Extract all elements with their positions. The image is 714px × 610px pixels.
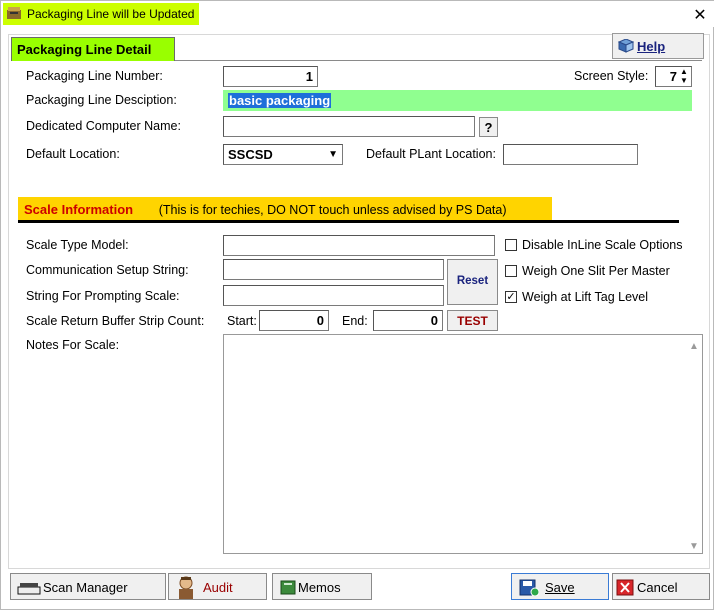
scale-info-note: (This is for techies, DO NOT touch unles… — [158, 203, 507, 217]
weigh-one-slit-label: Weigh One Slit Per Master — [522, 264, 670, 278]
computer-name-label: Dedicated Computer Name: — [26, 119, 181, 133]
notes-textarea[interactable] — [223, 334, 703, 554]
auditor-icon — [173, 575, 199, 602]
plant-location-input[interactable] — [503, 144, 638, 165]
spin-down-icon[interactable]: ▼ — [680, 77, 688, 85]
scroll-down-icon[interactable]: ▼ — [689, 541, 699, 552]
screen-style-value: 7 — [669, 69, 677, 84]
computer-name-input[interactable] — [223, 116, 475, 137]
scale-info-title: Scale Information — [24, 202, 134, 217]
scroll-up-icon[interactable]: ▲ — [689, 341, 699, 352]
start-input[interactable]: 0 — [259, 310, 329, 331]
default-location-label: Default Location: — [26, 147, 120, 161]
memos-label: Memos — [298, 580, 341, 595]
default-location-select[interactable]: SSCSD ▼ — [223, 144, 343, 165]
close-icon[interactable]: ✕ — [691, 5, 709, 25]
dialog-window: Packaging Line will be Updated ✕ Packagi… — [0, 0, 714, 610]
save-button[interactable]: Save — [511, 573, 609, 600]
cancel-label: Cancel — [637, 580, 678, 595]
chevron-down-icon: ▼ — [328, 149, 338, 160]
cancel-button[interactable]: Cancel — [612, 573, 710, 600]
memos-button[interactable]: Memos — [272, 573, 372, 600]
title-bar: Packaging Line will be Updated ✕ — [1, 1, 714, 27]
scale-divider — [18, 220, 679, 223]
description-input[interactable]: basic packaging — [223, 90, 692, 111]
memo-book-icon — [280, 580, 296, 598]
weigh-one-slit-checkbox[interactable] — [505, 265, 517, 277]
end-input[interactable]: 0 — [373, 310, 443, 331]
disable-inline-checkbox[interactable] — [505, 239, 517, 251]
audit-label: Audit — [203, 580, 233, 595]
window-title: Packaging Line will be Updated — [27, 7, 195, 21]
default-location-value: SSCSD — [228, 147, 273, 162]
tab-divider — [175, 60, 702, 61]
start-label: Start: — [227, 314, 257, 328]
spin-up-icon[interactable]: ▲ — [680, 68, 688, 76]
app-icon — [7, 7, 21, 19]
help-label: Help — [637, 39, 666, 54]
description-selected-text: basic packaging — [228, 93, 332, 108]
cancel-x-icon — [616, 579, 634, 599]
save-label: Save — [545, 580, 575, 595]
description-label: Packaging Line Desciption: — [26, 93, 177, 107]
help-book-icon — [617, 38, 635, 56]
plant-location-label: Default PLant Location: — [366, 147, 496, 161]
reset-button[interactable]: Reset — [447, 259, 498, 305]
scale-type-label: Scale Type Model: — [26, 238, 129, 252]
weigh-lift-tag-label: Weigh at Lift Tag Level — [522, 290, 649, 304]
strip-count-label: Scale Return Buffer Strip Count: — [26, 314, 205, 328]
scan-manager-button[interactable]: Scan Manager — [10, 573, 166, 600]
audit-button[interactable]: Audit — [168, 573, 267, 600]
weigh-lift-tag-checkbox[interactable]: ✓ — [505, 291, 517, 303]
line-number-input[interactable]: 1 — [223, 66, 318, 87]
scanner-icon — [17, 581, 41, 598]
end-label: End: — [342, 314, 368, 328]
prompt-string-label: String For Prompting Scale: — [26, 289, 180, 303]
scale-info-header: Scale Information (This is for techies, … — [18, 197, 552, 220]
comm-setup-label: Communication Setup String: — [26, 263, 189, 277]
scan-manager-label: Scan Manager — [43, 580, 128, 595]
screen-style-label: Screen Style: — [574, 69, 649, 83]
disable-inline-label: Disable InLine Scale Options — [522, 238, 683, 252]
help-button[interactable]: Help — [612, 33, 704, 59]
prompt-string-input[interactable] — [223, 285, 444, 306]
tab-packaging-line-detail[interactable]: Packaging Line Detail — [11, 37, 175, 61]
line-number-label: Packaging Line Number: — [26, 69, 163, 83]
notes-label: Notes For Scale: — [26, 338, 120, 352]
test-label: TEST — [457, 314, 488, 328]
reset-label: Reset — [456, 275, 489, 287]
computer-lookup-button[interactable]: ? — [479, 117, 498, 137]
comm-setup-input[interactable] — [223, 259, 444, 280]
test-button[interactable]: TEST — [447, 310, 498, 331]
floppy-icon — [519, 579, 540, 599]
scale-type-input[interactable] — [223, 235, 495, 256]
